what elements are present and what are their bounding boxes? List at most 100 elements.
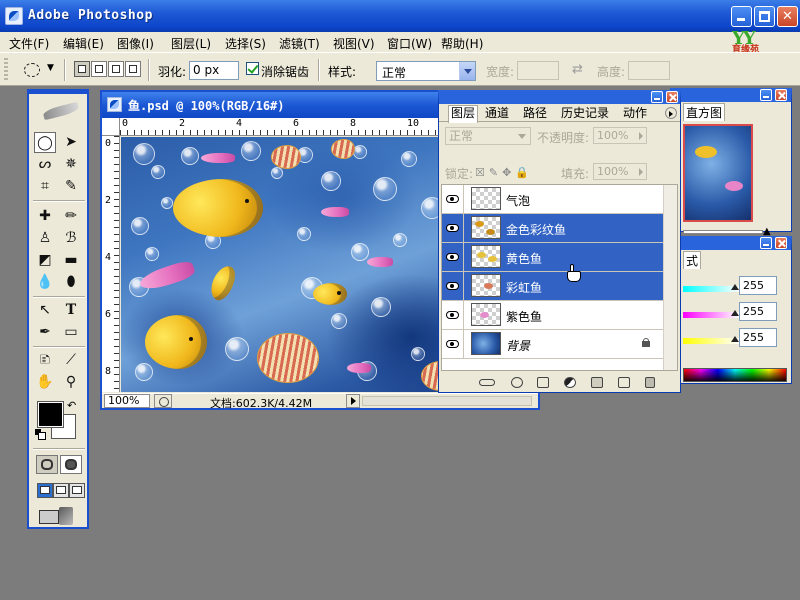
visibility-toggle[interactable]	[442, 272, 464, 300]
menu-select[interactable]: 选择(S)	[225, 35, 266, 52]
tab-actions[interactable]: 动作	[621, 106, 649, 122]
tab-layers[interactable]: 图层	[448, 105, 479, 123]
layer-row-purple-fish[interactable]: 紫色鱼	[442, 301, 665, 330]
menu-window[interactable]: 窗口(W)	[387, 35, 432, 52]
path-selection-tool[interactable]: ↖	[34, 300, 56, 321]
options-bar-grip[interactable]	[4, 58, 8, 80]
maximize-button[interactable]	[754, 6, 775, 27]
visibility-toggle[interactable]	[442, 301, 464, 329]
link-toggle[interactable]	[465, 214, 470, 242]
move-tool[interactable]: ➤	[60, 132, 82, 153]
menu-layer[interactable]: 图层(L)	[171, 35, 211, 52]
brush-tool[interactable]: ✏	[60, 206, 82, 227]
new-layer-icon[interactable]	[618, 377, 630, 388]
fill-field[interactable]: 100%	[593, 163, 647, 180]
tab-channels[interactable]: 通道	[483, 106, 511, 122]
link-layers-icon[interactable]	[479, 379, 495, 386]
menu-help[interactable]: 帮助(H)	[441, 35, 483, 52]
style-select[interactable]: 正常	[376, 61, 476, 81]
blue-slider[interactable]	[683, 336, 739, 344]
new-group-icon[interactable]	[591, 377, 603, 388]
slice-tool[interactable]: ✎	[60, 176, 82, 197]
palette-close-button[interactable]	[775, 237, 787, 249]
rectangle-tool[interactable]: ▭	[60, 322, 82, 343]
red-slider[interactable]	[683, 284, 739, 292]
layer-list-scrollbar[interactable]	[663, 185, 677, 370]
layer-style-icon[interactable]	[511, 377, 523, 388]
trash-icon[interactable]	[645, 377, 655, 388]
tab-paths[interactable]: 路径	[521, 106, 549, 122]
default-colors-icon[interactable]	[35, 429, 46, 440]
slider-knob[interactable]	[731, 284, 739, 290]
standard-screen-button[interactable]	[37, 483, 53, 498]
foreground-color-swatch[interactable]	[37, 401, 64, 428]
green-value-field[interactable]: 255	[739, 302, 777, 321]
tab-histogram[interactable]: 直方图	[683, 103, 726, 121]
visibility-toggle[interactable]	[442, 214, 464, 242]
palette-minimize-button[interactable]	[760, 237, 772, 249]
menu-edit[interactable]: 编辑(E)	[63, 35, 104, 52]
add-mask-icon[interactable]	[537, 377, 549, 388]
horizontal-scrollbar[interactable]	[362, 396, 532, 406]
notes-tool[interactable]: 🗈	[34, 350, 56, 371]
subtract-selection-button[interactable]	[108, 61, 124, 77]
full-screen-menu-button[interactable]	[53, 483, 69, 498]
type-tool[interactable]: T	[60, 300, 82, 321]
visibility-toggle[interactable]	[442, 185, 464, 213]
elliptical-marquee-tool[interactable]: ◯	[34, 132, 56, 153]
status-menu-button[interactable]	[154, 394, 172, 408]
history-brush-tool[interactable]: ℬ	[60, 228, 82, 249]
tool-preset-picker[interactable]: ▼	[18, 59, 60, 81]
layer-row-background[interactable]: 背景	[442, 330, 665, 359]
lock-options-icons[interactable]: ☒✎✥🔒	[475, 166, 533, 179]
antialias-checkbox[interactable]	[246, 62, 259, 75]
gradient-tool[interactable]: ▬	[60, 250, 82, 271]
hand-tool[interactable]: ✋	[34, 372, 56, 393]
layer-row-gold-striped-fish[interactable]: 金色彩纹鱼	[442, 214, 665, 243]
jump-to-imageready-button[interactable]	[37, 506, 77, 526]
adjustment-layer-icon[interactable]	[564, 377, 576, 388]
healing-brush-tool[interactable]: ✚	[34, 206, 56, 227]
quick-mask-button[interactable]	[60, 455, 82, 474]
photoshop-feather-icon[interactable]	[35, 96, 85, 126]
menu-file[interactable]: 文件(F)	[9, 35, 49, 52]
palette-menu-arrow-icon[interactable]	[665, 107, 677, 119]
lasso-tool[interactable]: ᔕ	[34, 154, 56, 175]
crop-tool[interactable]: ⌗	[34, 176, 56, 197]
dodge-tool[interactable]: ⬮	[60, 272, 82, 293]
palette-close-button[interactable]	[666, 91, 678, 103]
zoom-level-field[interactable]: 100%	[104, 394, 150, 408]
close-button[interactable]: ✕	[777, 6, 798, 27]
pen-tool[interactable]: ✒	[34, 322, 56, 343]
blur-tool[interactable]: 💧	[34, 272, 56, 293]
zoom-tool[interactable]: ⚲	[60, 372, 82, 393]
full-screen-button[interactable]	[69, 483, 85, 498]
navigator-zoom-slider[interactable]	[683, 230, 763, 234]
link-toggle[interactable]	[465, 301, 470, 329]
new-selection-button[interactable]	[74, 61, 90, 77]
blend-mode-select[interactable]: 正常	[445, 127, 531, 145]
opacity-field[interactable]: 100%	[593, 127, 647, 144]
link-toggle[interactable]	[465, 243, 470, 271]
green-slider[interactable]	[683, 310, 739, 318]
intersect-selection-button[interactable]	[125, 61, 141, 77]
eyedropper-tool[interactable]: ⟋	[60, 350, 82, 371]
tab-styles[interactable]: 式	[683, 251, 702, 269]
clone-stamp-tool[interactable]: ♙	[34, 228, 56, 249]
menu-view[interactable]: 视图(V)	[333, 35, 375, 52]
magic-wand-tool[interactable]: ✵	[60, 154, 82, 175]
ruler-origin[interactable]	[102, 118, 120, 136]
standard-mode-button[interactable]	[36, 455, 58, 474]
color-spectrum-bar[interactable]	[683, 368, 787, 382]
navigator-preview[interactable]	[683, 124, 753, 222]
link-toggle[interactable]	[465, 272, 470, 300]
eraser-tool[interactable]: ◩	[34, 250, 56, 271]
visibility-toggle[interactable]	[442, 330, 464, 358]
add-selection-button[interactable]	[91, 61, 107, 77]
blue-value-field[interactable]: 255	[739, 328, 777, 347]
palette-minimize-button[interactable]	[760, 89, 772, 101]
palette-minimize-button[interactable]	[651, 91, 663, 103]
tab-history[interactable]: 历史记录	[559, 106, 611, 122]
palette-close-button[interactable]	[775, 89, 787, 101]
swap-colors-icon[interactable]: ↶	[67, 399, 76, 412]
